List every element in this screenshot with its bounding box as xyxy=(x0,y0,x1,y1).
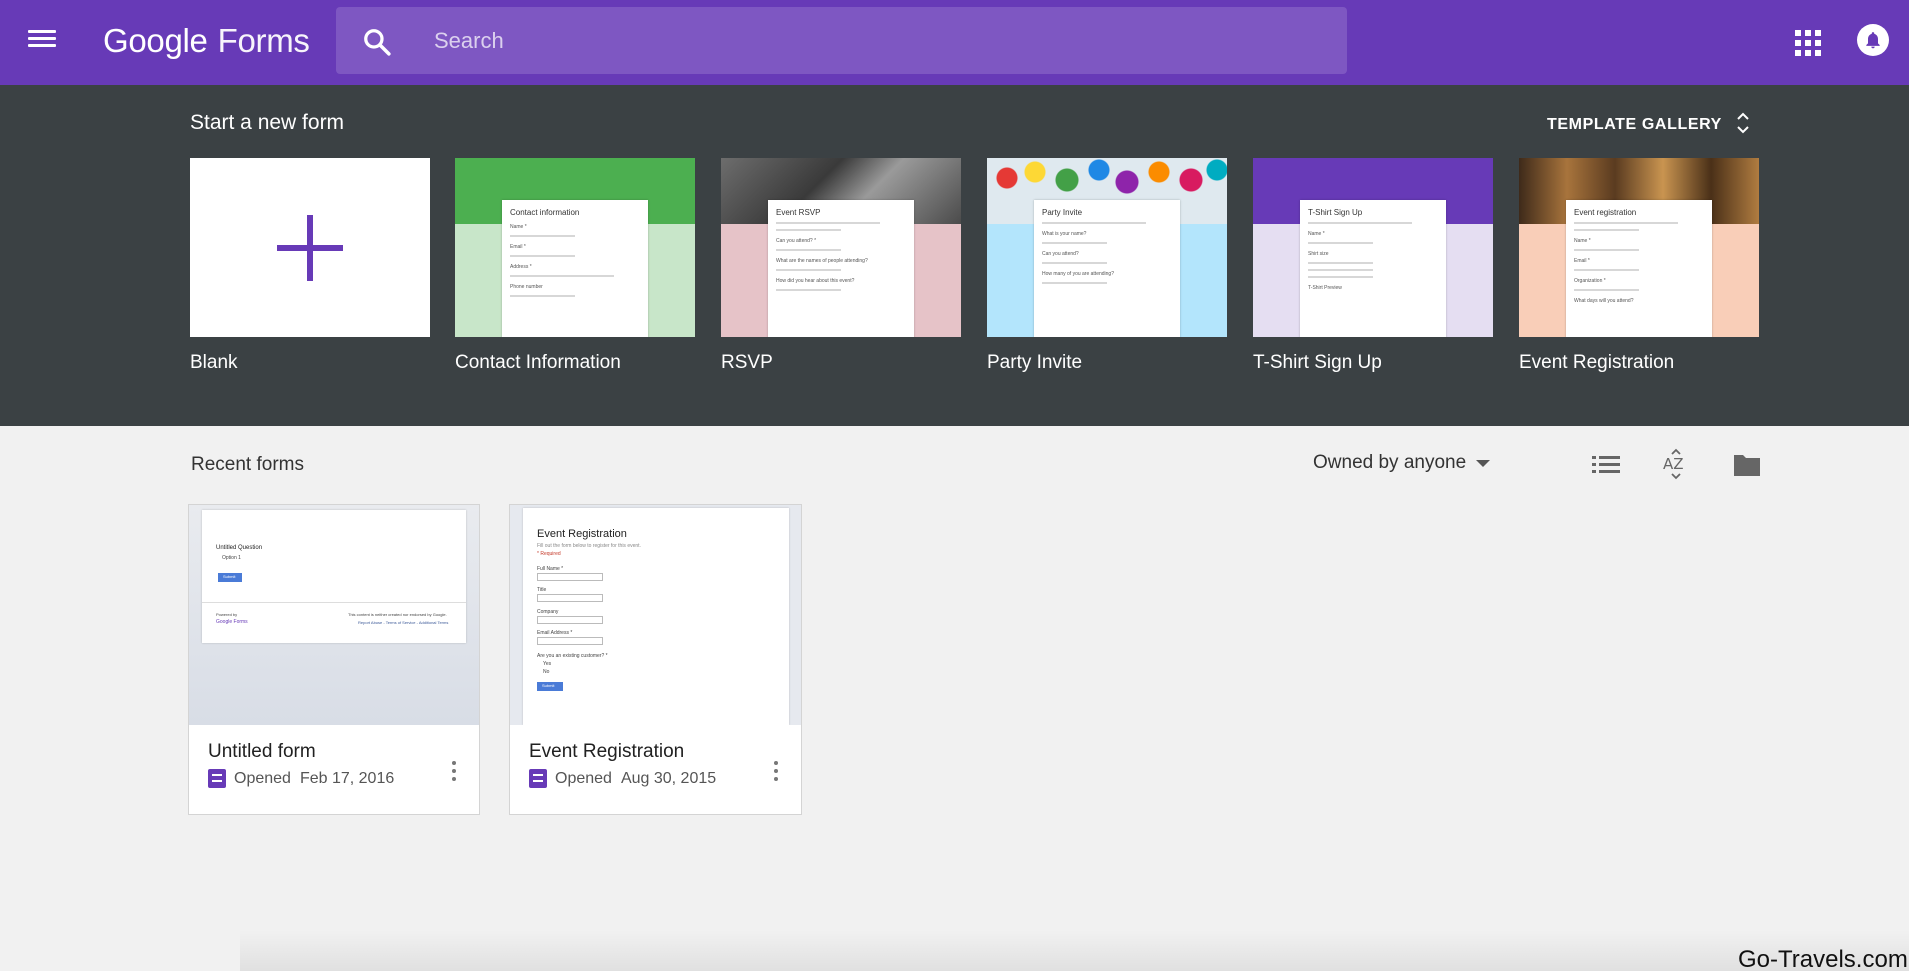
template-gallery-button[interactable]: TEMPLATE GALLERY xyxy=(1547,111,1750,139)
template-rsvp-thumbnail[interactable]: Event RSVP Can you attend? * What are th… xyxy=(721,158,961,337)
template-sheet: Event RSVP Can you attend? * What are th… xyxy=(768,200,914,337)
template-contact-information[interactable]: Contact information Name * Email * Addre… xyxy=(455,158,695,373)
main-menu-button[interactable] xyxy=(26,26,58,58)
template-label: Event Registration xyxy=(1519,352,1675,373)
unfold-icon xyxy=(1737,112,1749,134)
template-contact-thumbnail[interactable]: Contact information Name * Email * Addre… xyxy=(455,158,695,337)
form-preview: Event Registration Fill out the form bel… xyxy=(510,505,801,725)
form-preview: Untitled Question Option 1 Submit Powere… xyxy=(189,505,479,725)
recent-form-card-event-registration[interactable]: Event Registration Fill out the form bel… xyxy=(509,504,802,815)
logo-product: Forms xyxy=(217,22,310,59)
form-title: Untitled form xyxy=(208,741,316,762)
more-vert-icon[interactable] xyxy=(451,761,457,783)
watermark: Go-Travels.com xyxy=(1738,946,1908,971)
form-preview-page: Event Registration Fill out the form bel… xyxy=(523,508,789,725)
form-preview-page: Untitled Question Option 1 Submit Powere… xyxy=(202,510,466,643)
search-input[interactable] xyxy=(434,7,1314,74)
app-logo[interactable]: Google Forms xyxy=(103,22,310,60)
form-meta: Opened Feb 17, 2016 xyxy=(208,769,394,788)
template-section: Start a new form TEMPLATE GALLERY Blank … xyxy=(0,85,1909,426)
notifications-icon xyxy=(1866,32,1880,49)
template-label: Blank xyxy=(190,352,238,373)
form-title: Event Registration xyxy=(529,741,685,762)
forms-file-icon xyxy=(208,769,226,788)
template-label: RSVP xyxy=(721,352,773,373)
dropdown-caret-icon xyxy=(1476,459,1491,467)
notifications-button[interactable] xyxy=(1857,24,1889,56)
opened-date: Feb 17, 2016 xyxy=(299,769,395,787)
recent-forms-title: Recent forms xyxy=(191,454,304,475)
apps-grid-icon[interactable] xyxy=(1793,28,1821,56)
logo-google: Google xyxy=(103,22,208,59)
template-tshirt-thumbnail[interactable]: T-Shirt Sign Up Name * Shirt size T-Shir… xyxy=(1253,158,1493,337)
template-label: T-Shirt Sign Up xyxy=(1253,352,1382,373)
more-vert-icon[interactable] xyxy=(773,761,779,783)
recent-form-card-untitled[interactable]: Untitled Question Option 1 Submit Powere… xyxy=(188,504,480,815)
svg-text:AZ: AZ xyxy=(1663,455,1684,473)
search-bar[interactable] xyxy=(336,7,1347,74)
template-blank[interactable]: Blank xyxy=(190,158,430,373)
template-label: Party Invite xyxy=(987,352,1083,373)
top-app-bar: Google Forms xyxy=(0,0,1909,85)
start-new-form-title: Start a new form xyxy=(190,111,345,134)
template-sheet: Contact information Name * Email * Addre… xyxy=(502,200,648,337)
template-sheet: Party Invite What is your name? Can you … xyxy=(1034,200,1180,337)
opened-date: Aug 30, 2015 xyxy=(620,769,717,787)
owner-filter-dropdown[interactable]: Owned by anyone xyxy=(1313,452,1491,474)
template-rsvp[interactable]: Event RSVP Can you attend? * What are th… xyxy=(721,158,961,373)
search-icon[interactable] xyxy=(362,27,392,57)
template-event-thumbnail[interactable]: Event registration Name * Email * Organi… xyxy=(1519,158,1759,337)
template-party-thumbnail[interactable]: Party Invite What is your name? Can you … xyxy=(987,158,1227,337)
template-label: Contact Information xyxy=(455,352,621,373)
template-sheet: T-Shirt Sign Up Name * Shirt size T-Shir… xyxy=(1300,200,1446,337)
list-view-icon[interactable] xyxy=(1592,453,1620,477)
form-meta: Opened Aug 30, 2015 xyxy=(529,769,716,788)
template-event-registration[interactable]: Event registration Name * Email * Organi… xyxy=(1519,158,1759,373)
sort-az-icon[interactable]: AZ xyxy=(1662,448,1690,480)
template-sheet: Event registration Name * Email * Organi… xyxy=(1566,200,1712,337)
hamburger-icon xyxy=(28,30,56,33)
bottom-shadow xyxy=(240,930,1909,971)
template-party-invite[interactable]: Party Invite What is your name? Can you … xyxy=(987,158,1227,373)
template-blank-thumbnail[interactable] xyxy=(190,158,430,337)
template-tshirt-signup[interactable]: T-Shirt Sign Up Name * Shirt size T-Shir… xyxy=(1253,158,1493,373)
forms-file-icon xyxy=(529,769,547,788)
folder-icon[interactable] xyxy=(1732,452,1762,478)
plus-icon xyxy=(277,215,343,281)
